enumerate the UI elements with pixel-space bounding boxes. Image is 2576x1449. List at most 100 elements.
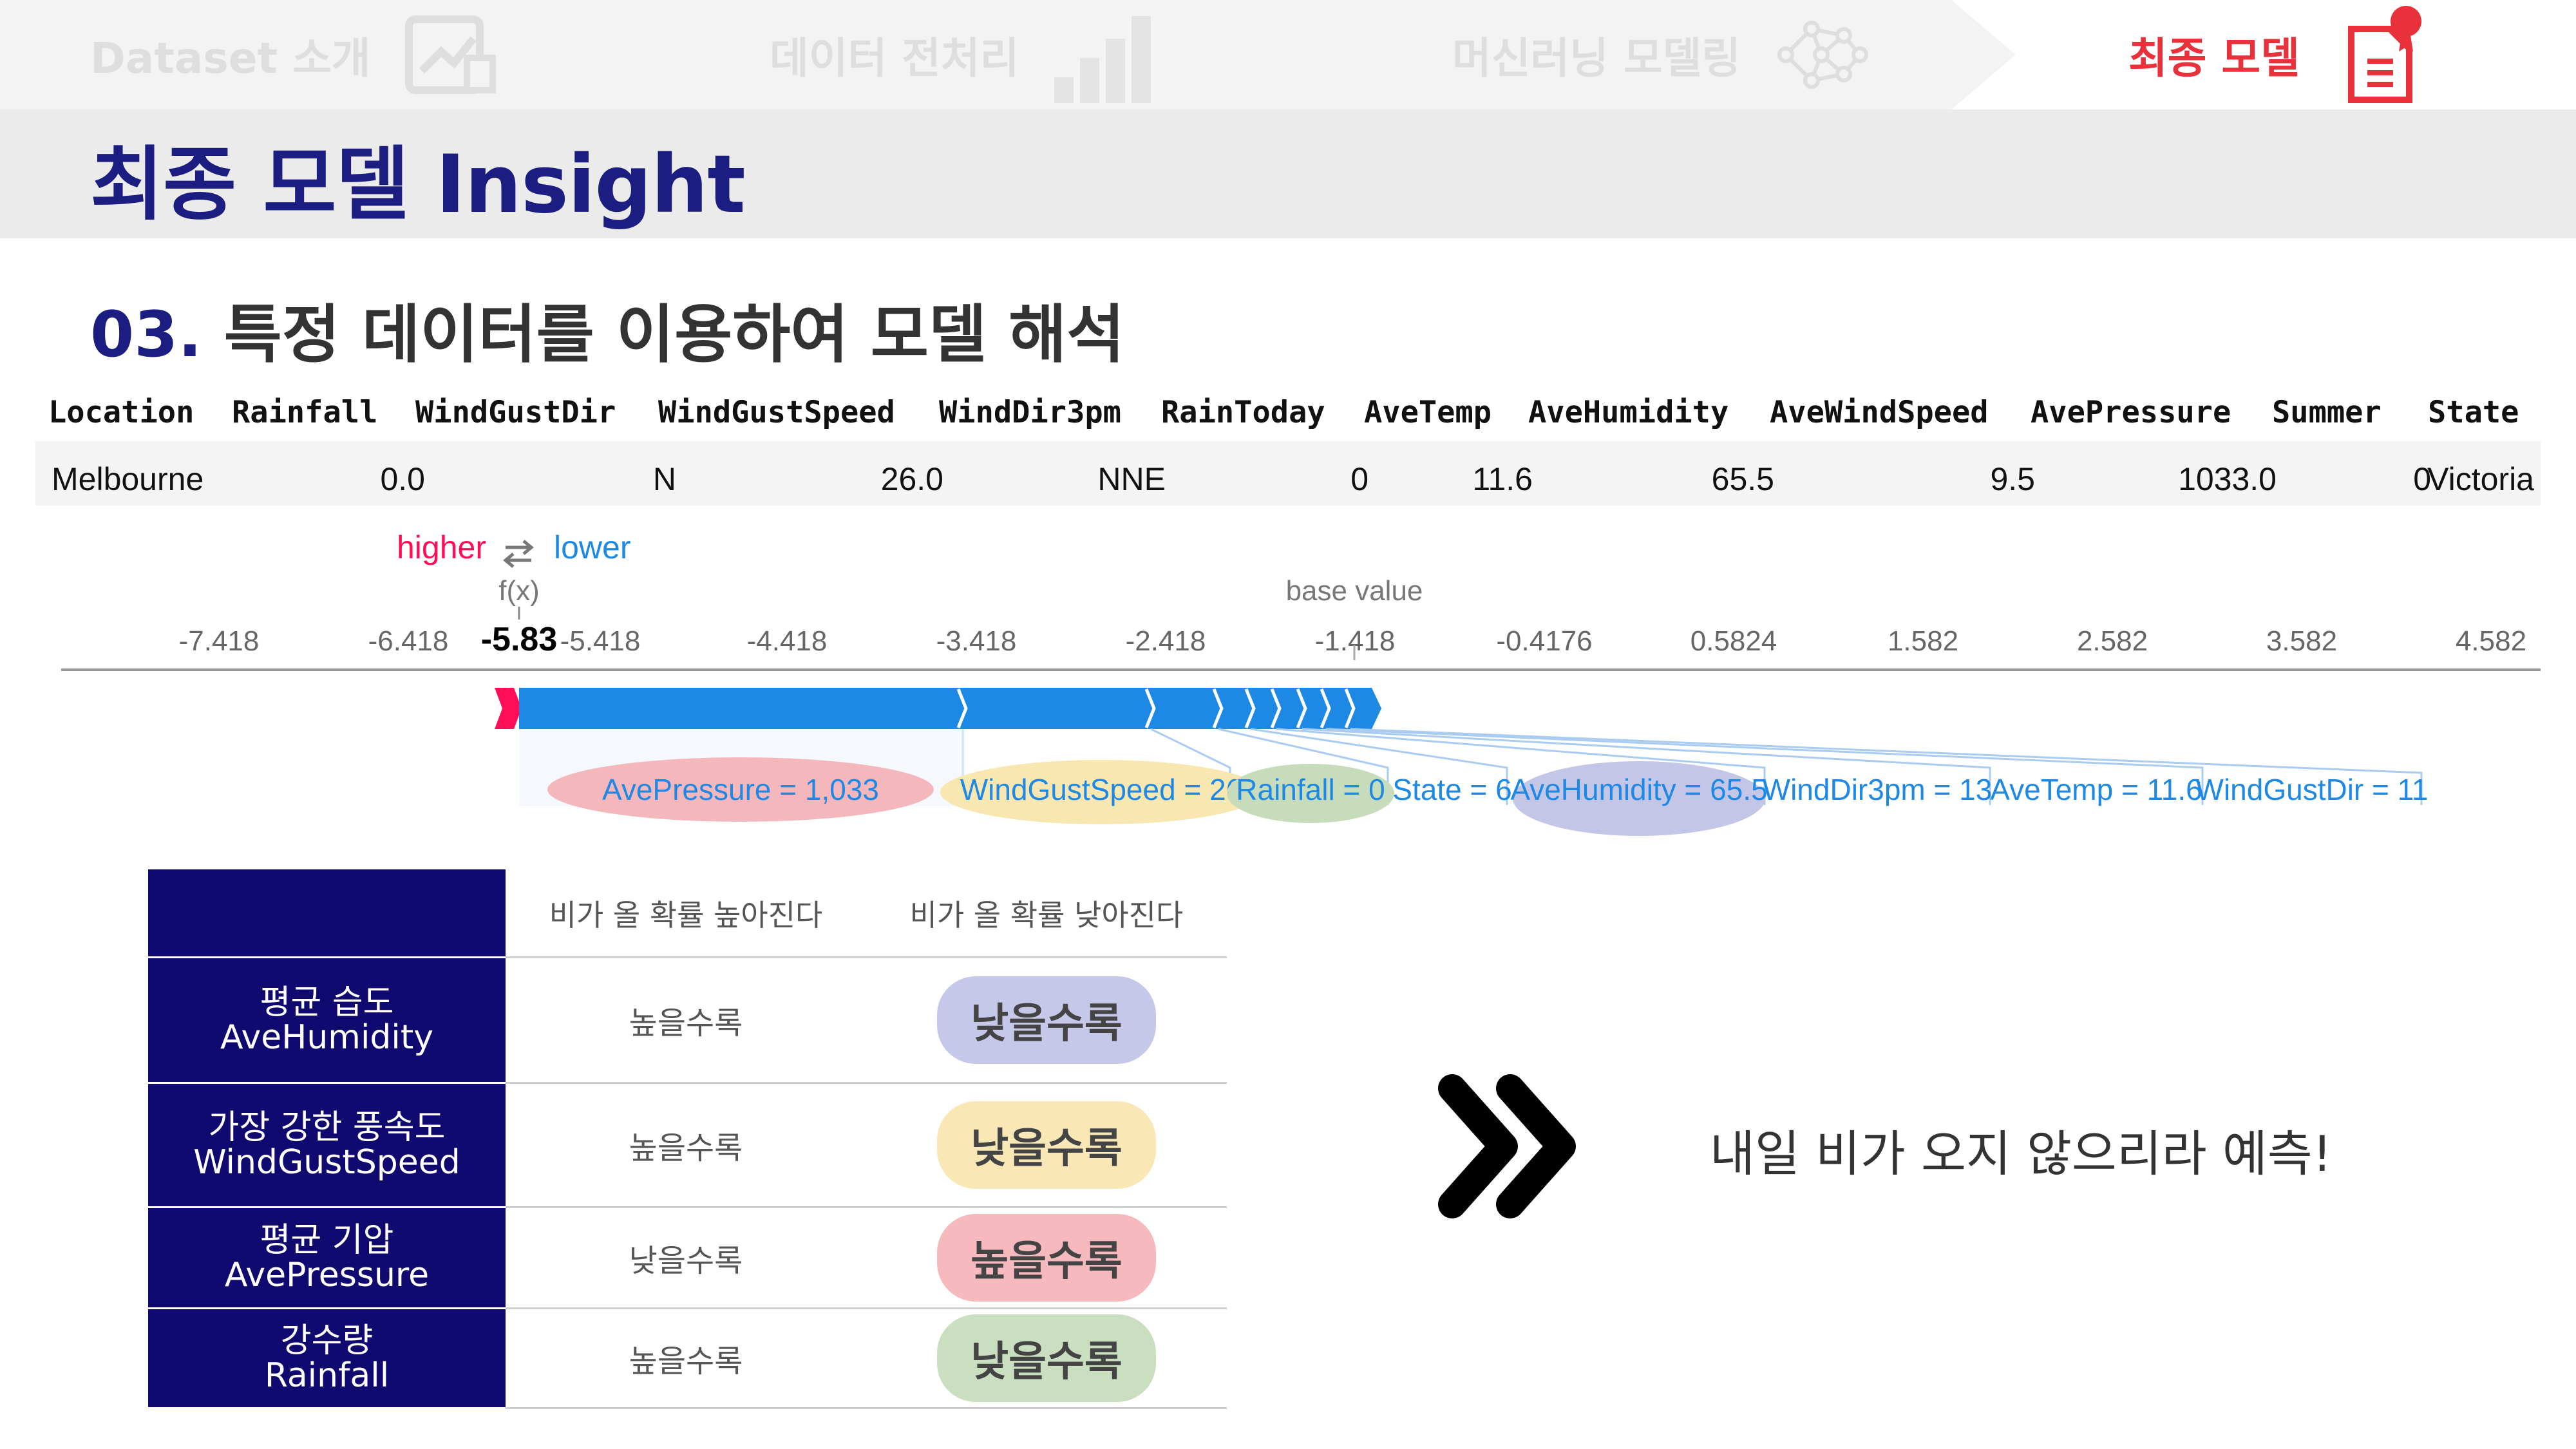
- table-cell: 65.5: [1711, 461, 1774, 497]
- nav-step-label: 데이터 전처리: [770, 33, 1019, 83]
- feature-label: AveTemp = 11.6: [1990, 773, 2202, 806]
- fx-value: -5.83: [481, 621, 558, 658]
- column-header: WindGustSpeed: [658, 395, 895, 430]
- higher-force-segment: [495, 688, 522, 729]
- lower-cell: 낮을수록: [866, 1308, 1227, 1409]
- nav-step-label: Dataset 소개: [90, 33, 371, 83]
- table-header-row: Location Rainfall WindGustDir WindGustSp…: [35, 383, 2541, 441]
- column-header: AveHumidity: [1528, 395, 1729, 430]
- table-row: 강수량 Rainfall 높을수록 낮을수록: [148, 1308, 1227, 1409]
- legend-higher: higher: [397, 529, 486, 565]
- higher-value: 높을수록: [629, 1343, 743, 1379]
- feature-label: AvePressure = 1,033: [602, 773, 879, 806]
- nav-step-final-model[interactable]: 최종 모델: [2128, 0, 2429, 109]
- fx-label: f(x): [498, 575, 540, 607]
- tick-label: -2.418: [1126, 625, 1206, 657]
- nav-step-preprocessing[interactable]: 데이터 전처리: [770, 0, 1154, 109]
- row-label-en: Rainfall: [264, 1356, 390, 1395]
- tick-label: -5.418: [560, 625, 641, 657]
- row-label: 평균 기압 AvePressure: [148, 1207, 506, 1309]
- row-label-ko: 강수량: [280, 1321, 374, 1360]
- conclusion-text: 내일 비가 오지 않으리라 예측!: [1710, 1125, 2333, 1182]
- tick-label: 3.582: [2266, 625, 2337, 657]
- higher-value: 높을수록: [629, 1130, 743, 1166]
- higher-value: 낮을수록: [629, 1243, 743, 1279]
- page-title: 최종 모델 Insight: [90, 138, 746, 231]
- table-cell: NNE: [1097, 461, 1166, 497]
- higher-value: 높을수록: [629, 1005, 743, 1041]
- feature-label: State = 6: [1392, 773, 1511, 806]
- tick-label: 0.5824: [1690, 625, 1777, 657]
- column-header: 비가 올 확률 높아진다: [506, 869, 866, 958]
- column-header: AvePressure: [2031, 395, 2231, 430]
- table-corner: [148, 869, 506, 958]
- table-cell: 9.5: [1990, 461, 2035, 497]
- column-header: WindDir3pm: [939, 395, 1121, 430]
- lower-cell: 높을수록: [866, 1207, 1227, 1309]
- feature-label: AveHumidity = 65.5: [1510, 773, 1767, 806]
- higher-cell: 높을수록: [506, 957, 866, 1084]
- column-header: Rainfall: [232, 395, 378, 430]
- row-label-en: AvePressure: [224, 1256, 430, 1294]
- lower-cell: 낮을수록: [866, 1083, 1227, 1208]
- higher-cell: 낮을수록: [506, 1207, 866, 1309]
- step-navigation: Dataset 소개 데이터 전처리 머신러닝 모델링 최종 모델: [0, 0, 2576, 109]
- section-title: 03. 특정 데이터를 이용하여 모델 해석: [90, 283, 1124, 375]
- tick-label: 2.582: [2077, 625, 2148, 657]
- tick-label: 1.582: [1888, 625, 1958, 657]
- nav-step-dataset[interactable]: Dataset 소개: [90, 0, 499, 109]
- column-header: AveTemp: [1364, 395, 1492, 430]
- nav-step-modeling[interactable]: 머신러닝 모델링: [1452, 0, 1870, 109]
- lower-value-pill: 낮을수록: [937, 1314, 1156, 1402]
- table-cell: N: [652, 461, 676, 497]
- force-plot-svg: higher lower f(x) base value -7.418 -6.4…: [61, 529, 2541, 836]
- section-title-text: 특정 데이터를 이용하여 모델 해석: [223, 298, 1125, 372]
- row-label-en: WindGustSpeed: [193, 1143, 460, 1182]
- lower-value-pill: 낮을수록: [937, 976, 1156, 1064]
- table-row: 평균 기압 AvePressure 낮을수록 높을수록: [148, 1207, 1227, 1309]
- tick-label: -6.418: [368, 625, 449, 657]
- table-row: 평균 습도 AveHumidity 높을수록 낮을수록: [148, 957, 1227, 1084]
- lower-cell: 낮을수록: [866, 957, 1227, 1084]
- swap-arrows-icon: [503, 540, 534, 568]
- row-label-ko: 평균 기압: [260, 1221, 394, 1260]
- insight-table: 비가 올 확률 높아진다 비가 올 확률 낮아진다 평균 습도 AveHumid…: [148, 869, 1227, 1409]
- certificate-document-icon: [2347, 6, 2421, 103]
- network-icon: [1777, 21, 1869, 89]
- nav-arrow: [1951, 0, 2016, 109]
- table-cell: 0.0: [380, 461, 425, 497]
- column-header: Location: [48, 395, 194, 430]
- table-cell: 26.0: [880, 461, 943, 497]
- column-header: Summer: [2272, 395, 2382, 430]
- column-header: 비가 올 확률 낮아진다: [866, 869, 1227, 958]
- tick-label: -7.418: [179, 625, 260, 657]
- chart-document-icon: [405, 15, 497, 94]
- row-label-en: AveHumidity: [220, 1018, 434, 1057]
- column-header: State: [2428, 395, 2519, 430]
- base-value-label: base value: [1286, 575, 1423, 607]
- row-label: 평균 습도 AveHumidity: [148, 957, 506, 1084]
- feature-label: WindDir3pm = 13: [1763, 773, 1993, 806]
- table-row: 가장 강한 풍속도 WindGustSpeed 높을수록 낮을수록: [148, 1083, 1227, 1208]
- higher-cell: 높을수록: [506, 1308, 866, 1409]
- table-cell: 0: [1350, 461, 1368, 497]
- lower-value-pill: 낮을수록: [937, 1101, 1156, 1189]
- tick-label: -4.418: [747, 625, 828, 657]
- column-header: WindGustDir: [415, 395, 616, 430]
- higher-cell: 높을수록: [506, 1083, 866, 1208]
- table-cell: 11.6: [1472, 461, 1533, 497]
- section-number: 03.: [90, 298, 202, 372]
- row-label: 강수량 Rainfall: [148, 1308, 506, 1409]
- tick-label: -0.4176: [1496, 625, 1592, 657]
- column-header: RainToday: [1161, 395, 1325, 430]
- shap-force-plot: higher lower f(x) base value -7.418 -6.4…: [0, 528, 2576, 850]
- lower-value-pill: 높을수록: [937, 1214, 1156, 1302]
- legend-lower: lower: [554, 529, 630, 565]
- lower-force-bar: [519, 688, 1381, 729]
- row-label: 가장 강한 풍속도 WindGustSpeed: [148, 1083, 506, 1208]
- nav-step-label: 머신러닝 모델링: [1452, 33, 1741, 83]
- table-cell: 1033.0: [2178, 461, 2277, 497]
- feature-label: WindGustDir = 11: [2196, 773, 2429, 806]
- data-row-table: Location Rainfall WindGustDir WindGustSp…: [35, 383, 2541, 506]
- table-row: Melbourne 0.0 N 26.0 NNE 0 11.6 65.5 9.5…: [35, 441, 2541, 506]
